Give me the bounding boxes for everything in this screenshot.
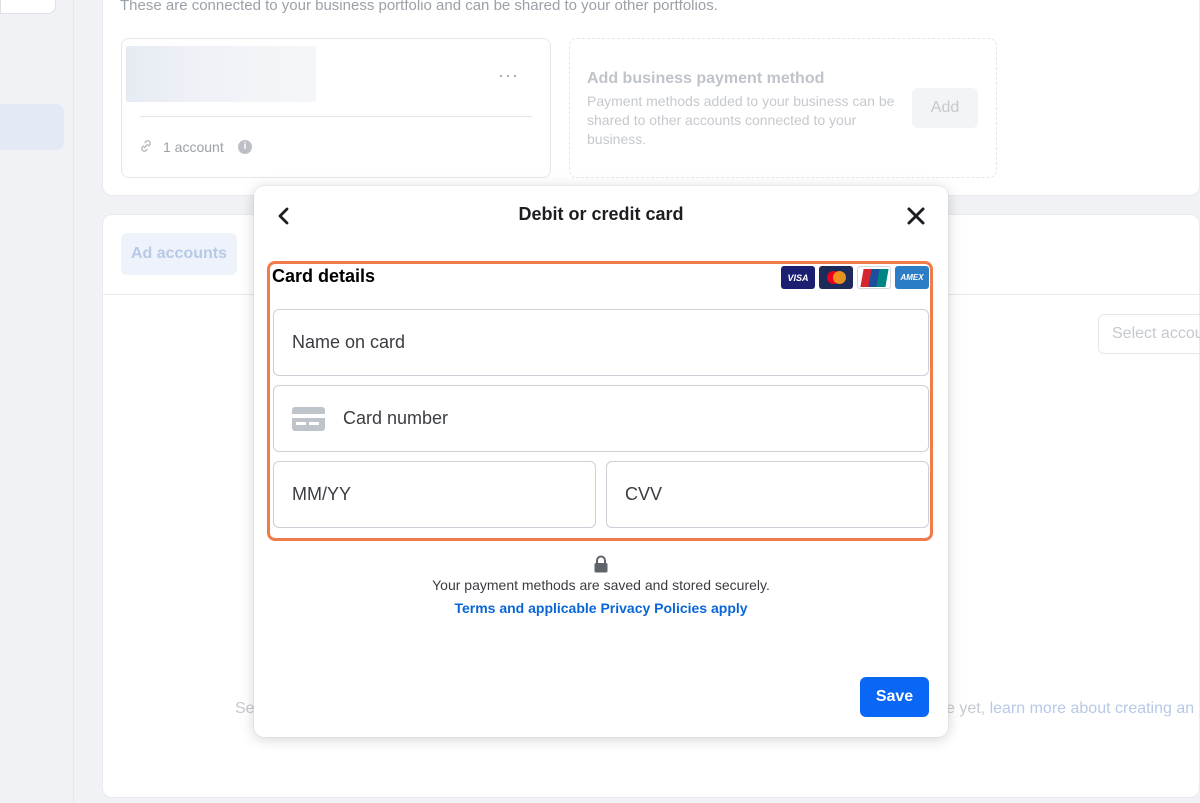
empty-state-text-right: e yet, learn more about creating an — [946, 700, 1194, 718]
card-number-field[interactable]: Card number — [273, 385, 929, 452]
card-dialog: Debit or credit card Card details VISA A… — [254, 186, 948, 737]
cvv-placeholder: CVV — [625, 484, 663, 504]
terms-privacy-link[interactable]: Terms and applicable Privacy Policies ap… — [254, 600, 948, 616]
divider — [140, 116, 532, 117]
select-account-dropdown[interactable]: Select accou — [1098, 314, 1200, 354]
name-on-card-field[interactable]: Name on card — [273, 309, 929, 376]
left-rail — [0, 0, 74, 803]
name-on-card-placeholder: Name on card — [292, 332, 406, 352]
mastercard-logo-icon — [819, 266, 853, 289]
card-details-label: Card details — [272, 266, 376, 286]
rail-active-item[interactable] — [0, 104, 64, 150]
learn-more-link[interactable]: learn more about creating an — [990, 700, 1195, 717]
lock-icon — [594, 555, 608, 573]
tab-ad-accounts[interactable]: Ad accounts — [121, 233, 237, 275]
unionpay-logo-icon — [857, 266, 891, 289]
card-brand-logos: VISA AMEX — [781, 266, 929, 290]
visa-logo-icon: VISA — [781, 266, 815, 289]
amex-logo-icon: AMEX — [895, 266, 929, 289]
add-payment-title: Add business payment method — [587, 70, 825, 87]
connected-description: These are connected to your business por… — [120, 0, 718, 14]
add-payment-button[interactable]: Add — [912, 88, 978, 128]
info-icon[interactable]: i — [238, 140, 252, 154]
blurred-account-info — [126, 46, 316, 102]
rail-top-control[interactable] — [0, 0, 56, 14]
card-number-placeholder: Card number — [343, 408, 449, 428]
close-icon[interactable] — [904, 204, 928, 228]
link-icon — [141, 140, 151, 152]
credit-card-icon — [292, 406, 325, 431]
dialog-title: Debit or credit card — [518, 204, 684, 224]
empty-state-text: e yet, — [946, 700, 990, 717]
account-count: 1 account — [163, 139, 224, 155]
cvv-field[interactable]: CVV — [606, 461, 929, 528]
secure-storage-text: Your payment methods are saved and store… — [432, 577, 770, 593]
expiry-field[interactable]: MM/YY — [273, 461, 596, 528]
empty-state-text-left: Se — [235, 700, 255, 717]
more-dots-icon[interactable]: ··· — [498, 66, 519, 84]
save-button[interactable]: Save — [860, 677, 929, 717]
expiry-placeholder: MM/YY — [292, 484, 352, 504]
add-payment-description: Payment methods added to your business c… — [587, 93, 895, 147]
